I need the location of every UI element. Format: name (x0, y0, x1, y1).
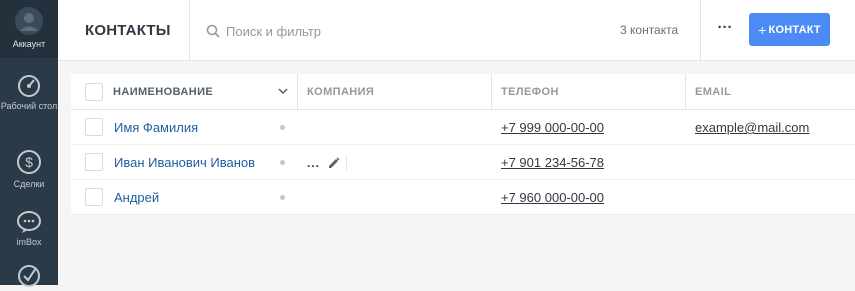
column-header-name[interactable]: НАИМЕНОВАНИЕ (113, 74, 213, 110)
status-dot (280, 195, 285, 200)
column-divider[interactable] (685, 74, 686, 110)
plus-icon: + (758, 21, 767, 38)
email-link[interactable]: example@mail.com (695, 110, 809, 145)
table-row[interactable]: Иван Иванович Иванов ... +7 901 234-56-7… (71, 145, 855, 180)
sidebar-item-label: Рабочий стол (0, 101, 58, 111)
search-bar[interactable] (206, 20, 506, 42)
search-icon (206, 24, 220, 38)
page-title: КОНТАКТЫ (85, 22, 171, 39)
table-row[interactable]: Имя Фамилия +7 999 000-00-00 example@mai… (71, 110, 855, 145)
phone-link[interactable]: +7 901 234-56-78 (501, 145, 604, 180)
top-header: КОНТАКТЫ 3 контакта ··· + КОНТАКТ (58, 0, 855, 61)
contacts-table: НАИМЕНОВАНИЕ КОМПАНИЯ ТЕЛЕФОН EMAIL Имя … (71, 74, 855, 215)
dollar-icon: $ (17, 150, 41, 174)
contact-name-link[interactable]: Имя Фамилия (114, 110, 198, 145)
svg-text:$: $ (25, 154, 33, 170)
sidebar-item-dashboard[interactable]: Рабочий стол (0, 74, 58, 112)
divider (700, 0, 701, 61)
column-header-email[interactable]: EMAIL (695, 74, 731, 110)
table-row[interactable]: Андрей +7 960 000-00-00 (71, 180, 855, 215)
divider (346, 156, 348, 170)
company-value: ... (307, 156, 321, 170)
phone-link[interactable]: +7 960 000-00-00 (501, 180, 604, 215)
table-header: НАИМЕНОВАНИЕ КОМПАНИЯ ТЕЛЕФОН EMAIL (71, 74, 855, 110)
row-checkbox[interactable] (85, 153, 103, 171)
row-checkbox[interactable] (85, 188, 103, 206)
sidebar-item-label: Сделки (13, 179, 45, 189)
left-sidebar: Аккаунт Рабочий стол $ Сделки imBox (0, 0, 58, 287)
add-contact-label: КОНТАКТ (768, 23, 821, 36)
column-header-phone[interactable]: ТЕЛЕФОН (501, 74, 559, 110)
add-contact-button[interactable]: + КОНТАКТ (749, 13, 830, 46)
pencil-edit-icon[interactable] (328, 157, 340, 169)
sidebar-item-account[interactable]: Аккаунт (0, 0, 58, 58)
dashboard-gauge-icon (18, 75, 40, 97)
column-divider[interactable] (491, 74, 492, 110)
sidebar-item-label: imBox (16, 237, 42, 247)
search-input[interactable] (226, 23, 486, 39)
chat-bubble-icon (17, 211, 41, 233)
divider (189, 0, 190, 61)
company-cell-editor[interactable]: ... (307, 155, 348, 171)
more-options-button[interactable]: ··· (713, 20, 737, 40)
phone-link[interactable]: +7 999 000-00-00 (501, 110, 604, 145)
chevron-down-icon[interactable] (278, 87, 288, 95)
contact-name-link[interactable]: Иван Иванович Иванов (114, 145, 255, 180)
checkmark-circle-icon (18, 265, 40, 287)
status-dot (280, 160, 285, 165)
contact-name-link[interactable]: Андрей (114, 180, 159, 215)
column-header-company[interactable]: КОМПАНИЯ (307, 74, 374, 110)
status-dot (280, 125, 285, 130)
sidebar-item-deals[interactable]: $ Сделки (0, 148, 58, 190)
contact-count: 3 контакта (620, 23, 679, 37)
sidebar-item-tasks[interactable] (0, 264, 58, 291)
user-avatar-icon (15, 7, 43, 35)
column-divider[interactable] (297, 74, 298, 110)
sidebar-item-label: Аккаунт (12, 39, 46, 49)
sidebar-item-imbox[interactable]: imBox (0, 210, 58, 248)
select-all-checkbox[interactable] (85, 83, 103, 101)
row-checkbox[interactable] (85, 118, 103, 136)
